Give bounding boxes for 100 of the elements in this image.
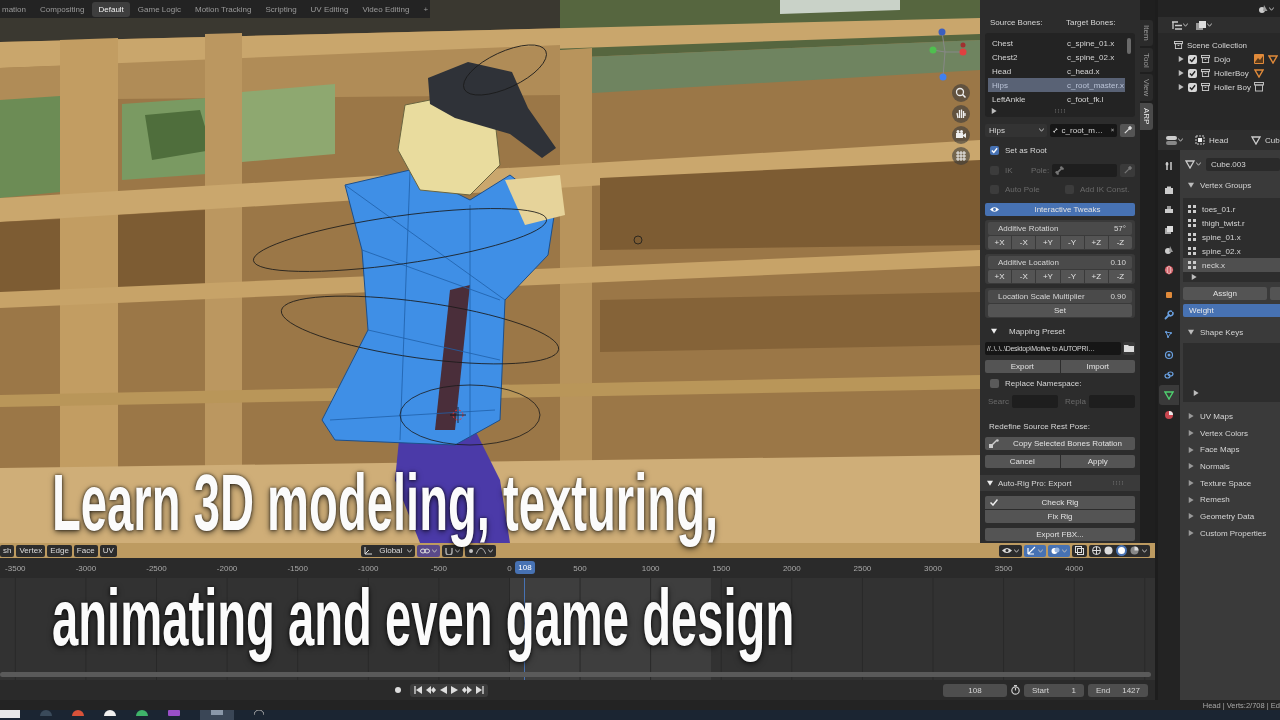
mesh-browse-button[interactable]: [1183, 157, 1203, 171]
checkbox[interactable]: [1188, 82, 1197, 92]
set-button[interactable]: Set: [988, 303, 1132, 317]
source-bone-cell[interactable]: Chest2: [988, 50, 1063, 64]
vertex-group-item[interactable]: thigh_twist.r: [1183, 216, 1280, 230]
editor-type-button[interactable]: [1170, 18, 1190, 32]
timeline-scrollbar[interactable]: [0, 672, 1151, 677]
rig-button[interactable]: Check Rig: [985, 496, 1135, 509]
stopwatch-icon[interactable]: [1011, 685, 1020, 695]
axis-button[interactable]: +X: [988, 235, 1012, 249]
target-bone-cell[interactable]: c_spine_02.x: [1063, 50, 1125, 64]
panel-header[interactable]: Geometry Data: [1183, 508, 1280, 525]
expand-triangle-icon[interactable]: [1188, 513, 1194, 520]
caret-icon[interactable]: [1039, 128, 1044, 132]
previous-keyframe-icon[interactable]: [426, 686, 436, 694]
checkbox[interactable]: [990, 145, 999, 155]
display-mode-button[interactable]: [1194, 18, 1214, 32]
panel-header[interactable]: Shape Keys: [1183, 324, 1280, 340]
workspace-tab[interactable]: Compositing: [34, 1, 91, 17]
panel-header[interactable]: Face Maps: [1183, 441, 1280, 459]
collapse-triangle-icon[interactable]: [987, 480, 993, 486]
expand-triangle-icon[interactable]: [1193, 390, 1199, 396]
collapse-triangle-icon[interactable]: [1188, 182, 1194, 188]
shading-buttons[interactable]: [1089, 544, 1150, 557]
panel-header[interactable]: Vertex Groups: [1183, 177, 1280, 193]
material-sphere-icon[interactable]: [1116, 545, 1127, 556]
grip-icon[interactable]: [1113, 481, 1123, 485]
axis-button[interactable]: -Y: [1060, 235, 1084, 249]
axis-button[interactable]: -Z: [1108, 269, 1133, 283]
axis-button[interactable]: +Y: [1036, 235, 1060, 249]
orientation-dropdown[interactable]: Global: [360, 544, 415, 557]
outliner-item-label[interactable]: Holler Boy: [1214, 82, 1250, 92]
rendered-sphere-icon[interactable]: [1130, 546, 1139, 555]
subpanel-header[interactable]: Mapping Preset: [985, 325, 1072, 337]
expand-triangle-icon[interactable]: [1178, 56, 1184, 62]
sidebar-tab[interactable]: Item: [1140, 20, 1153, 46]
workspace-tab[interactable]: mation: [0, 1, 32, 17]
source-bone-cell[interactable]: LeftAnkle: [988, 92, 1063, 106]
caret-icon[interactable]: [1269, 6, 1274, 11]
caret-icon[interactable]: [487, 548, 493, 553]
rig-button[interactable]: Fix Rig: [985, 510, 1135, 523]
properties-tab[interactable]: [1159, 385, 1179, 405]
copy-rotation-button[interactable]: Copy Selected Bones Rotation: [985, 436, 1135, 450]
workspace-tab[interactable]: Scripting: [259, 1, 303, 17]
outliner-item-label[interactable]: Scene Collection: [1187, 40, 1248, 50]
number-field[interactable]: Additive Location 0.10: [988, 255, 1132, 269]
target-bone-cell[interactable]: c_spine_01.x: [1063, 36, 1125, 50]
source-bone-dropdown[interactable]: Hips: [985, 123, 1047, 137]
caret-icon[interactable]: [1207, 23, 1212, 27]
source-bone-cell[interactable]: Chest: [988, 36, 1063, 50]
panel-header[interactable]: Remesh: [1183, 491, 1280, 509]
axis-button[interactable]: -X: [1012, 269, 1036, 283]
vertex-group-item[interactable]: neck.x: [1183, 258, 1280, 272]
workspace-tab[interactable]: Game Logic: [131, 1, 187, 17]
workspace-tab[interactable]: Default: [92, 1, 130, 17]
number-field[interactable]: Location Scale Multiplier 0.90: [988, 289, 1132, 303]
vertex-group-item[interactable]: toes_01.r: [1183, 202, 1280, 216]
action-button[interactable]: Cancel: [985, 454, 1060, 468]
overlay-button[interactable]: [1048, 544, 1070, 557]
grid-icon[interactable]: [952, 147, 970, 165]
taskbar-button[interactable]: [200, 710, 234, 720]
target-bone-cell[interactable]: c_head.x: [1063, 64, 1125, 78]
grip-icon[interactable]: [1055, 109, 1065, 113]
panel-header[interactable]: Custom Properties: [1183, 524, 1280, 542]
header-menu[interactable]: UV: [99, 544, 117, 557]
expand-triangle-icon[interactable]: [1188, 463, 1194, 470]
axis-button[interactable]: +Z: [1084, 235, 1108, 249]
hand-icon[interactable]: [952, 105, 970, 123]
caret-icon[interactable]: [1142, 548, 1147, 553]
caret-icon[interactable]: [406, 548, 412, 553]
expand-triangle-icon[interactable]: [1188, 446, 1194, 453]
interactive-tweaks-button[interactable]: Interactive Tweaks: [985, 202, 1135, 216]
source-bone-cell[interactable]: Head: [988, 64, 1063, 78]
axis-button[interactable]: +X: [988, 269, 1012, 283]
header-menu[interactable]: sh: [0, 544, 15, 557]
checkbox[interactable]: [1188, 54, 1197, 64]
expand-triangle-icon[interactable]: [1188, 480, 1194, 487]
header-menu[interactable]: Face: [73, 544, 98, 557]
start-frame-field[interactable]: Start 1: [1024, 683, 1084, 697]
current-frame-indicator[interactable]: 108: [515, 561, 535, 574]
clear-icon[interactable]: [1110, 127, 1114, 133]
number-field[interactable]: Additive Rotation 57°: [988, 221, 1132, 235]
expand-triangle-icon[interactable]: [1188, 413, 1194, 420]
solid-sphere-icon[interactable]: [1104, 546, 1113, 555]
expand-triangle-icon[interactable]: [1188, 496, 1194, 503]
checkbox[interactable]: [1188, 68, 1197, 78]
xray-button[interactable]: [1072, 544, 1087, 557]
export-fbx-button[interactable]: Export FBX...: [985, 527, 1135, 541]
collapse-triangle-icon[interactable]: [991, 328, 997, 334]
caret-icon[interactable]: [1183, 23, 1188, 27]
play-icon[interactable]: [451, 686, 458, 694]
axis-button[interactable]: +Z: [1084, 269, 1108, 283]
outliner-item-label[interactable]: Dojo: [1214, 54, 1250, 64]
source-bone-cell[interactable]: Hips: [988, 78, 1063, 92]
caret-icon[interactable]: [1014, 548, 1019, 553]
sidebar-tab[interactable]: ARP: [1140, 103, 1153, 130]
editor-type-button[interactable]: [1164, 133, 1185, 147]
vertex-group-item[interactable]: spine_02.x: [1183, 244, 1280, 258]
mesh-name-field[interactable]: Cube.003: [1206, 157, 1280, 171]
target-bone-field[interactable]: c_root_m…: [1050, 123, 1117, 137]
